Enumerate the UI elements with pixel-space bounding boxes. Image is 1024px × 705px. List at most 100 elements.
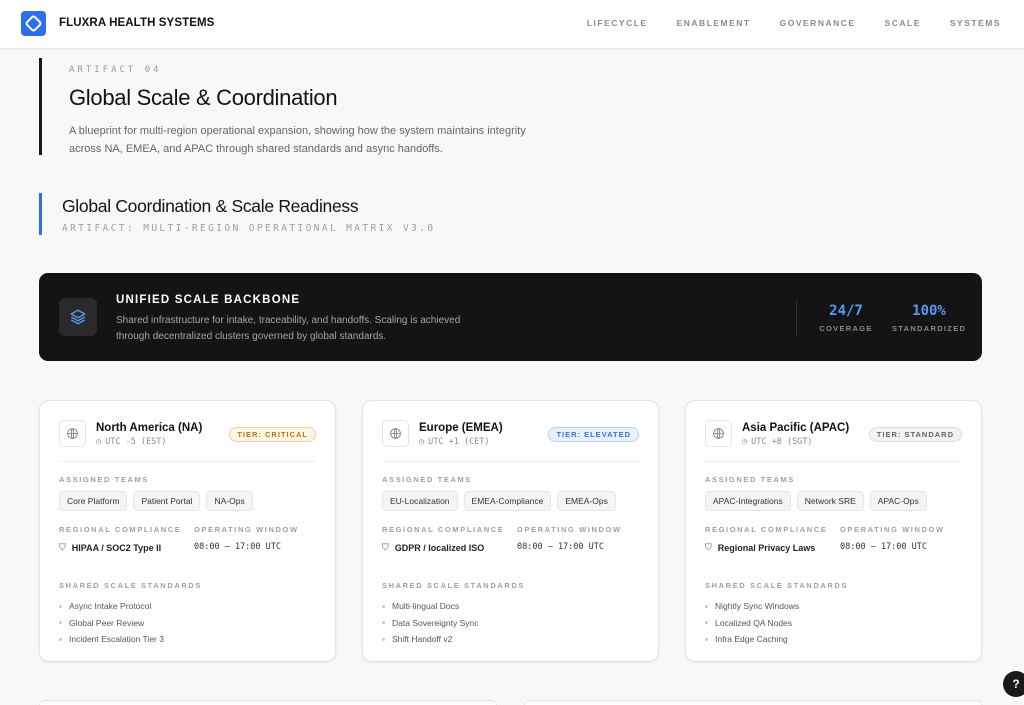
team-chip[interactable]: Core Platform [59,491,128,511]
page-description: A blueprint for multi-region operational… [69,125,526,155]
list-item: Shift Handoff v2 [382,631,478,648]
region-card-apac: Asia Pacific (APAC) ◷ UTC +8 (SGT) TIER: … [685,400,982,662]
globe-icon [59,420,86,447]
nav-enablement[interactable]: ENABLEMENT [677,18,751,28]
compliance: ⛉ Regional Privacy Laws [705,542,815,553]
operating-window: 08:00 — 17:00 UTC [517,542,604,552]
list-item: Async Intake Protocol [59,598,164,615]
timezone: ◷ UTC -5 (EST) [96,437,167,447]
globe-icon [705,420,732,447]
teams-label: ASSIGNED TEAMS [382,475,472,484]
region-name: North America (NA) [96,422,203,434]
window-label: OPERATING WINDOW [194,525,299,534]
nav-governance[interactable]: GOVERNANCE [780,18,856,28]
timezone-text: UTC +1 (CET) [428,437,490,447]
team-chip[interactable]: APAC-Integrations [705,491,791,511]
list-item: Incident Escalation Tier 3 [59,631,164,648]
unified-backbone-banner: UNIFIED SCALE BACKBONE Shared infrastruc… [39,273,982,361]
team-chip[interactable]: NA-Ops [206,491,253,511]
backbone-title: UNIFIED SCALE BACKBONE [116,294,301,306]
timezone-text: UTC -5 (EST) [105,437,167,447]
standards-label: SHARED SCALE STANDARDS [59,581,202,590]
clock-icon: ◷ [419,437,425,447]
operating-window: 08:00 — 17:00 UTC [840,542,927,552]
clock-icon: ◷ [96,437,102,447]
standardized-stat: 100% STANDARDIZED [892,303,966,333]
compliance: ⛉ HIPAA / SOC2 Type II [59,542,161,553]
region-card-emea: Europe (EMEA) ◷ UTC +1 (CET) TIER: ELEVAT… [362,400,659,662]
layers-icon [59,298,97,336]
team-chip[interactable]: EMEA-Ops [557,491,616,511]
divider [705,461,962,462]
stat-divider [796,300,797,336]
team-chip[interactable]: Patient Portal [133,491,201,511]
teams-label: ASSIGNED TEAMS [705,475,795,484]
list-item: Nightly Sync Windows [705,598,799,615]
page-title: Global Scale & Coordination [69,85,338,110]
team-list: Core Platform Patient Portal NA-Ops [59,491,253,511]
region-card-na: North America (NA) ◷ UTC -5 (EST) TIER: C… [39,400,336,662]
window-label: OPERATING WINDOW [840,525,945,534]
region-name: Europe (EMEA) [419,422,503,434]
section-header: Global Coordination & Scale Readiness AR… [39,193,436,235]
section-title: Global Coordination & Scale Readiness [62,196,359,216]
shield-icon: ⛉ [705,542,712,552]
team-list: APAC-Integrations Network SRE APAC-Ops [705,491,927,511]
teams-label: ASSIGNED TEAMS [59,475,149,484]
list-item: Localized QA Nodes [705,615,799,632]
artifact-eyebrow: ARTIFACT 04 [69,65,162,75]
section-subtitle: ARTIFACT: MULTI-REGION OPERATIONAL MATRI… [62,223,436,234]
artifact-header: ARTIFACT 04 Global Scale & Coordination … [39,58,529,155]
nav-lifecycle[interactable]: LIFECYCLE [587,18,648,28]
timezone-text: UTC +8 (SGT) [751,437,813,447]
next-card-left [39,700,497,705]
window-label: OPERATING WINDOW [517,525,622,534]
top-navigation-bar: FLUXRA HEALTH SYSTEMS LIFECYCLE ENABLEME… [0,0,1024,49]
team-chip[interactable]: APAC-Ops [869,491,927,511]
coverage-value: 24/7 [829,303,863,319]
team-chip[interactable]: EU-Localization [382,491,458,511]
team-chip[interactable]: Network SRE [796,491,864,511]
standardized-label: STANDARDIZED [892,324,967,333]
divider [382,461,639,462]
team-list: EU-Localization EMEA-Compliance EMEA-Ops [382,491,616,511]
compliance: ⛉ GDPR / localized ISO [382,542,484,553]
main-nav: LIFECYCLE ENABLEMENT GOVERNANCE SCALE SY… [558,18,1001,28]
timezone: ◷ UTC +8 (SGT) [742,437,813,447]
list-item: Infra Edge Caching [705,631,799,648]
standards-list: Multi-lingual Docs Data Sovereignty Sync… [382,598,478,648]
clock-icon: ◷ [742,437,748,447]
tier-badge: TIER: STANDARD [868,427,962,442]
standards-list: Async Intake Protocol Global Peer Review… [59,598,164,648]
standards-label: SHARED SCALE STANDARDS [382,581,525,590]
standards-label: SHARED SCALE STANDARDS [705,581,848,590]
brand-name[interactable]: FLUXRA HEALTH SYSTEMS [59,17,214,29]
compliance-label: REGIONAL COMPLIANCE [382,525,505,534]
timezone: ◷ UTC +1 (CET) [419,437,490,447]
tier-badge: TIER: CRITICAL [229,427,316,442]
nav-systems[interactable]: SYSTEMS [950,18,1001,28]
list-item: Global Peer Review [59,615,164,632]
standards-list: Nightly Sync Windows Localized QA Nodes … [705,598,799,648]
list-item: Data Sovereignty Sync [382,615,478,632]
list-item: Multi-lingual Docs [382,598,478,615]
tier-badge: TIER: ELEVATED [548,427,639,442]
shield-icon: ⛉ [59,542,66,552]
divider [59,461,316,462]
help-button[interactable]: ? [1003,671,1024,697]
nav-scale[interactable]: SCALE [885,18,921,28]
compliance-text: GDPR / localized ISO [394,542,485,553]
globe-icon [382,420,409,447]
shield-icon: ⛉ [382,542,389,552]
backbone-description: Shared infrastructure for intake, tracea… [116,315,461,342]
standardized-value: 100% [912,303,946,319]
operating-window: 08:00 — 17:00 UTC [194,542,281,552]
compliance-text: HIPAA / SOC2 Type II [71,542,162,553]
compliance-label: REGIONAL COMPLIANCE [59,525,182,534]
coverage-stat: 24/7 COVERAGE [817,303,875,333]
team-chip[interactable]: EMEA-Compliance [463,491,552,511]
brand-logo-icon[interactable] [21,11,46,36]
region-name: Asia Pacific (APAC) [742,422,850,434]
compliance-label: REGIONAL COMPLIANCE [705,525,828,534]
next-card-right [524,700,982,705]
